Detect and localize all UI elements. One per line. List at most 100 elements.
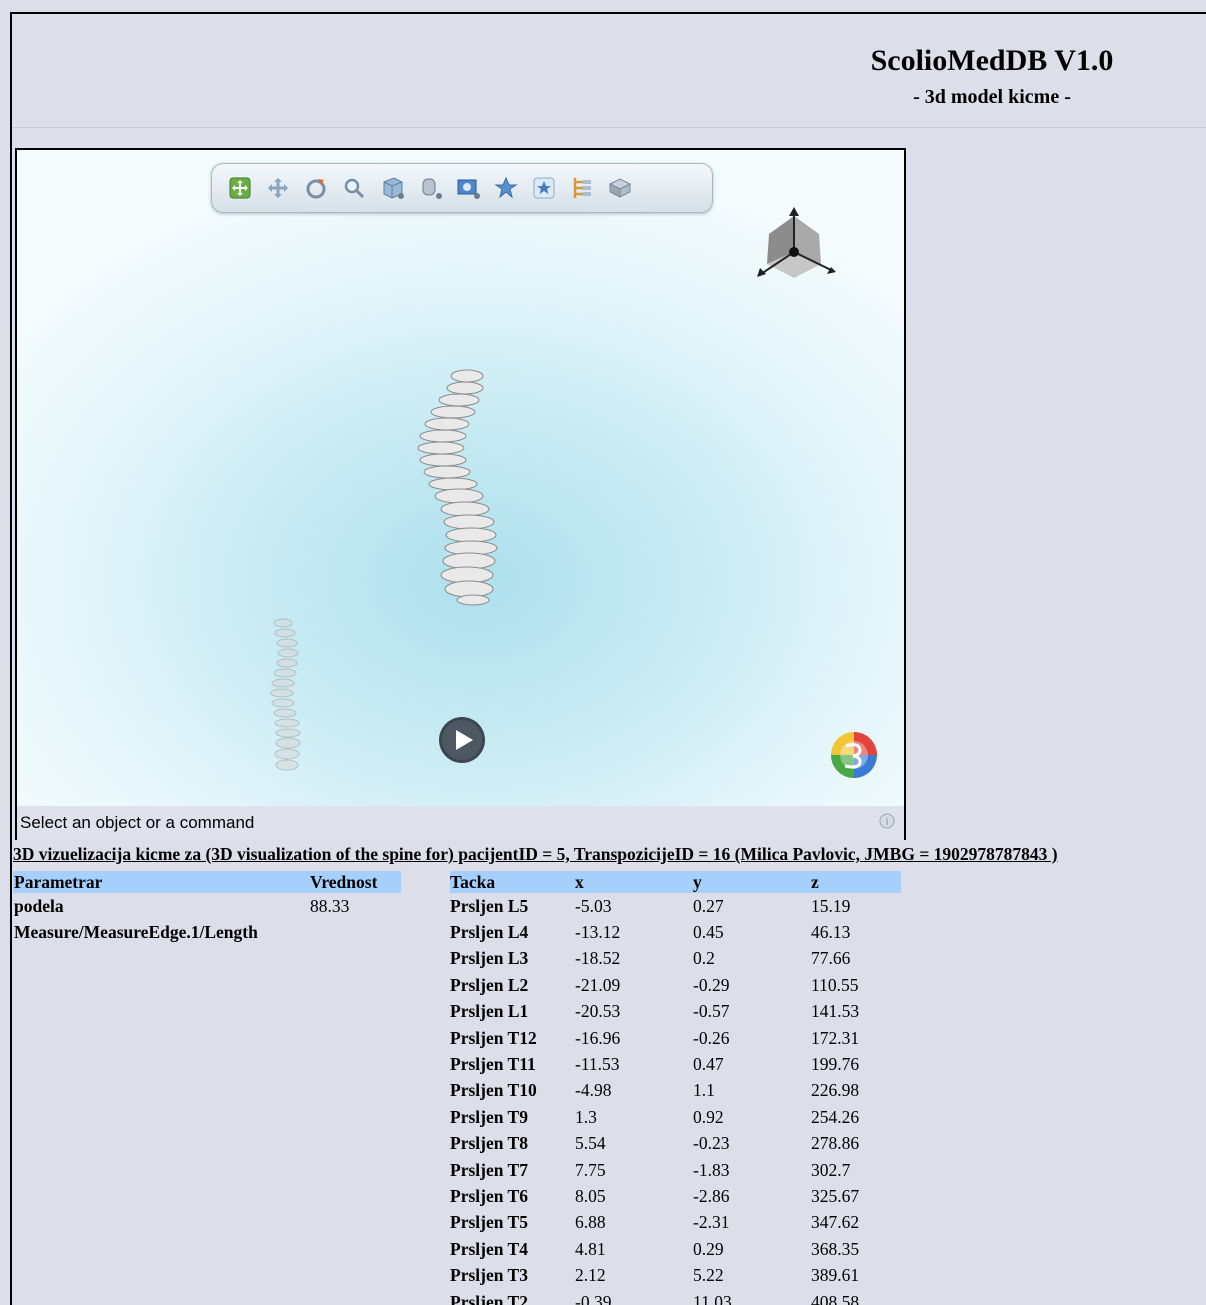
point-y: -0.29	[693, 974, 730, 995]
column-header-z: z	[811, 871, 901, 893]
viewer-status-bar: Select an object or a command i	[15, 806, 906, 840]
table-row: podela 88.33	[13, 893, 401, 919]
table-row: Prsljen T5 6.88 -2.31 347.62	[450, 1210, 901, 1236]
fit-all-icon[interactable]	[228, 176, 252, 200]
point-x: -5.03	[575, 895, 612, 916]
tree-icon[interactable]	[570, 176, 594, 200]
point-x: -20.53	[575, 1001, 621, 1022]
point-z: 408.58	[811, 1291, 860, 1305]
point-z: 110.55	[811, 974, 859, 995]
table-row: Prsljen L5 -5.03 0.27 15.19	[450, 893, 901, 919]
light-icon[interactable]	[494, 176, 518, 200]
points-table: Tacka x y z Prsljen L5 -5.03 0.27 15.19 Prsl…	[450, 871, 901, 1305]
table-row: Prsljen T2 -0.39 11.03 408.58	[450, 1289, 901, 1305]
point-name: Prsljen T2	[450, 1291, 528, 1305]
point-z: 302.7	[811, 1159, 851, 1180]
point-x: 1.3	[575, 1106, 597, 1127]
point-name: Prsljen T5	[450, 1212, 528, 1233]
material-icon[interactable]	[608, 176, 632, 200]
point-name: Prsljen T9	[450, 1106, 528, 1127]
point-x: -11.53	[575, 1054, 620, 1075]
point-y: -0.23	[693, 1133, 730, 1154]
point-y: 0.29	[693, 1238, 724, 1259]
play-button[interactable]	[438, 716, 486, 764]
viewer-toolbar	[211, 163, 713, 213]
point-name: Prsljen L2	[450, 974, 529, 995]
table-row: Measure/MeasureEdge.1/Length	[13, 919, 401, 945]
orientation-compass-icon[interactable]	[749, 204, 839, 294]
star-icon[interactable]	[532, 176, 556, 200]
3d-viewer[interactable]	[15, 148, 906, 840]
point-y: -0.26	[693, 1027, 730, 1048]
point-y: -2.86	[693, 1185, 730, 1206]
table-row: Prsljen T12 -16.96 -0.26 172.31	[450, 1025, 901, 1051]
rotate-icon[interactable]	[304, 176, 328, 200]
points-table-body: Prsljen L5 -5.03 0.27 15.19 Prsljen L4 -13.12…	[450, 893, 901, 1305]
point-x: 4.81	[575, 1238, 606, 1259]
point-x: 2.12	[575, 1265, 606, 1286]
table-row: Prsljen L3 -18.52 0.2 77.66	[450, 946, 901, 972]
column-header-parameter: Parametrar	[13, 871, 309, 893]
point-y: -0.57	[693, 1001, 730, 1022]
point-z: 226.98	[811, 1080, 860, 1101]
point-y: 0.92	[693, 1106, 724, 1127]
status-text: Select an object or a command	[20, 813, 255, 832]
point-z: 347.62	[811, 1212, 860, 1233]
point-y: 5.22	[693, 1265, 724, 1286]
point-x: -16.96	[575, 1027, 621, 1048]
point-name: Prsljen L1	[450, 1001, 529, 1022]
table-row: Prsljen T4 4.81 0.29 368.35	[450, 1236, 901, 1262]
table-header-row: Tacka x y z	[450, 871, 901, 893]
page-header: ScolioMedDB V1.0 - 3d model kicme -	[12, 14, 1206, 128]
point-y: 1.1	[693, 1080, 715, 1101]
pan-icon[interactable]	[266, 176, 290, 200]
point-y: 0.45	[693, 922, 724, 943]
column-header-x: x	[575, 871, 693, 893]
point-x: -0.39	[575, 1291, 612, 1305]
app-subtitle: - 3d model kicme -	[913, 86, 1071, 108]
point-y: 0.2	[693, 948, 715, 969]
app-title: ScolioMedDB V1.0	[870, 44, 1114, 77]
section-icon[interactable]	[418, 176, 442, 200]
spine-model[interactable]	[407, 368, 517, 606]
point-x: 8.05	[575, 1185, 606, 1206]
point-x: 5.54	[575, 1133, 606, 1154]
column-header-y: y	[693, 871, 811, 893]
point-name: Prsljen L5	[450, 895, 529, 916]
point-z: 77.66	[811, 948, 851, 969]
point-name: Prsljen T8	[450, 1133, 528, 1154]
param-value	[309, 919, 401, 945]
point-y: 11.03	[693, 1291, 732, 1305]
point-name: Prsljen T12	[450, 1027, 537, 1048]
info-icon[interactable]: i	[878, 812, 896, 830]
point-name: Prsljen T7	[450, 1159, 528, 1180]
point-y: 0.27	[693, 895, 724, 916]
table-row: Prsljen T6 8.05 -2.86 325.67	[450, 1183, 901, 1209]
table-row: Prsljen L2 -21.09 -0.29 110.55	[450, 972, 901, 998]
point-x: -21.09	[575, 974, 621, 995]
point-z: 46.13	[811, 922, 851, 943]
param-value: 88.33	[310, 895, 350, 916]
render-mode-icon[interactable]	[456, 176, 480, 200]
point-name: Prsljen L3	[450, 948, 529, 969]
point-name: Prsljen T4	[450, 1238, 528, 1259]
point-z: 172.31	[811, 1027, 860, 1048]
point-x: -13.12	[575, 922, 621, 943]
table-row: Prsljen T8 5.54 -0.23 278.86	[450, 1131, 901, 1157]
table-row: Prsljen T9 1.3 0.92 254.26	[450, 1104, 901, 1130]
param-name: Measure/MeasureEdge.1/Length	[14, 922, 258, 943]
column-header-value: Vrednost	[309, 871, 401, 893]
param-name: podela	[14, 895, 64, 916]
point-z: 389.61	[811, 1265, 860, 1286]
point-y: -1.83	[693, 1159, 730, 1180]
point-z: 368.35	[811, 1238, 860, 1259]
zoom-icon[interactable]	[342, 176, 366, 200]
column-header-point: Tacka	[450, 871, 575, 893]
view-cube-icon[interactable]	[380, 176, 404, 200]
point-name: Prsljen T3	[450, 1265, 528, 1286]
point-z: 278.86	[811, 1133, 860, 1154]
point-z: 15.19	[811, 895, 851, 916]
page-frame: ScolioMedDB V1.0 - 3d model kicme - Sele…	[10, 12, 1206, 1305]
point-z: 325.67	[811, 1185, 860, 1206]
table-header-row: Parametrar Vrednost	[13, 871, 401, 893]
